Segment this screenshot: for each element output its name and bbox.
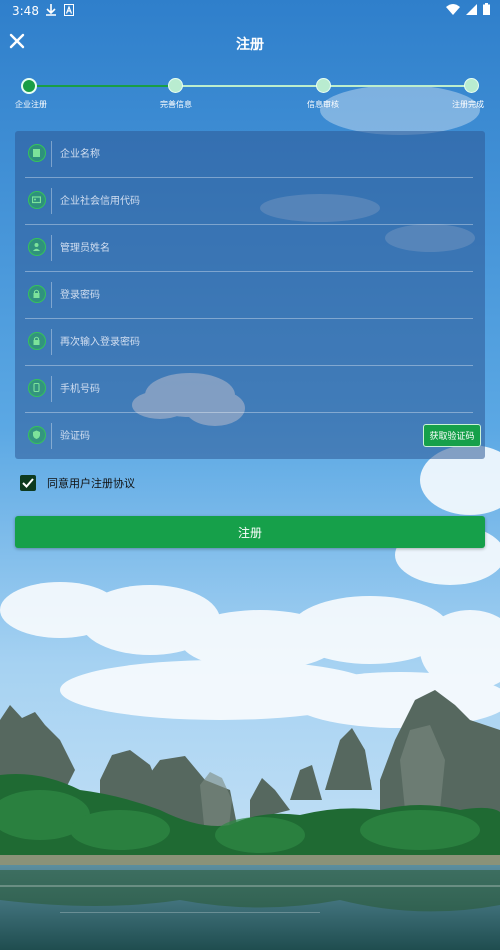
signal-icon: [466, 3, 477, 15]
step-label-1: 企业注册: [15, 100, 47, 109]
register-button[interactable]: 注册: [15, 516, 485, 548]
step-label-2: 完善信息: [160, 100, 192, 109]
admin-name-field: [25, 225, 473, 272]
status-time: 3:48: [12, 4, 39, 18]
field-divider: [51, 282, 52, 308]
registration-form: 获取验证码: [15, 131, 485, 459]
battery-icon: [483, 3, 490, 15]
password-field: [25, 272, 473, 319]
a-icon: [64, 4, 74, 16]
step-connector-done: [28, 85, 175, 87]
field-divider: [51, 423, 52, 449]
phone-input[interactable]: [60, 378, 400, 400]
field-divider: [51, 188, 52, 214]
field-divider: [51, 329, 52, 355]
field-divider: [51, 141, 52, 167]
lock-icon: [28, 332, 46, 350]
user-icon: [28, 238, 46, 256]
credit-code-field: [25, 178, 473, 225]
building-icon: [28, 144, 46, 162]
wifi-icon: [446, 3, 460, 15]
id-card-icon: [28, 191, 46, 209]
step-dot-1: [21, 78, 37, 94]
confirm-password-field: [25, 319, 473, 366]
download-icon: [46, 4, 56, 16]
agreement-checkbox[interactable]: [20, 475, 36, 491]
status-left-icons: [46, 4, 74, 16]
field-divider: [51, 235, 52, 261]
verify-code-input[interactable]: [60, 425, 360, 447]
registration-stepper: 企业注册 完善信息 信息审核 注册完成: [0, 74, 500, 114]
admin-name-input[interactable]: [60, 237, 400, 259]
phone-icon: [28, 379, 46, 397]
credit-code-input[interactable]: [60, 190, 400, 212]
get-code-button[interactable]: 获取验证码: [423, 424, 481, 447]
checkmark-icon: [22, 478, 34, 488]
company-name-field: [25, 131, 473, 178]
field-divider: [51, 376, 52, 402]
step-dot-2: [168, 78, 183, 93]
company-name-input[interactable]: [60, 143, 400, 165]
status-right-icons: [446, 3, 490, 15]
step-dot-3: [316, 78, 331, 93]
step-dot-4: [464, 78, 479, 93]
phone-field: [25, 366, 473, 413]
step-label-4: 注册完成: [452, 100, 484, 109]
agreement-label[interactable]: 同意用户注册协议: [47, 475, 135, 491]
verify-code-field: 获取验证码: [25, 413, 481, 459]
password-input[interactable]: [60, 284, 400, 306]
lock-icon: [28, 285, 46, 303]
confirm-password-input[interactable]: [60, 331, 400, 353]
shield-icon: [28, 426, 46, 444]
agreement-row: 同意用户注册协议: [20, 475, 135, 491]
step-label-3: 信息审核: [307, 100, 339, 109]
page-title: 注册: [236, 37, 264, 53]
